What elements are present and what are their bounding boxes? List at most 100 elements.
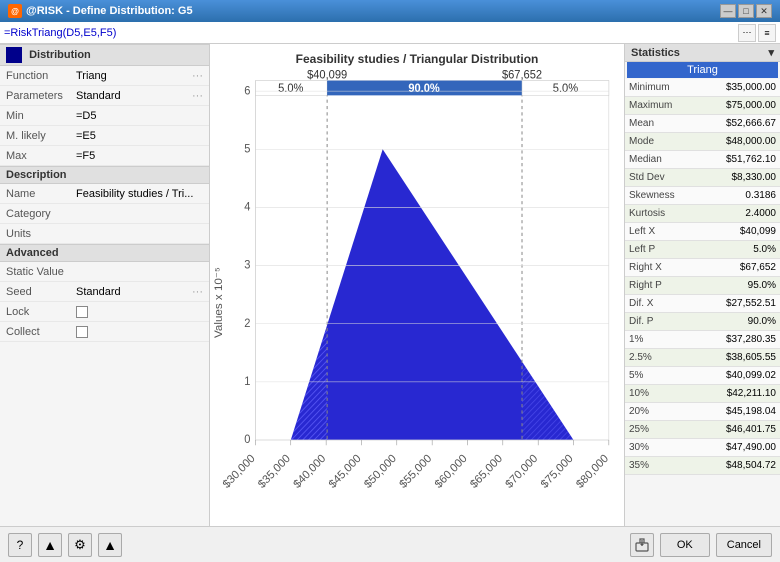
stats-row-name: Kurtosis [625, 205, 693, 222]
stats-row-value: $45,198.04 [693, 403, 780, 420]
svg-text:2: 2 [244, 318, 250, 330]
minimize-button[interactable]: — [720, 4, 736, 18]
stats-row: Maximum$75,000.00 [625, 97, 780, 115]
advanced-header: Advanced [0, 244, 209, 262]
formula-icon-1[interactable]: ⋯ [738, 24, 756, 42]
stats-row: Dif. X$27,552.51 [625, 295, 780, 313]
stats-row-value: $40,099.02 [693, 367, 780, 384]
stats-row-name: 5% [625, 367, 693, 384]
chart-container: Values x 10⁻⁵ [210, 70, 624, 514]
main-content: Distribution Function Triang ··· Paramet… [0, 44, 780, 526]
stats-row-name: Left P [625, 241, 693, 258]
stats-row: Dif. P90.0% [625, 313, 780, 331]
window-title: @RISK - Define Distribution: G5 [26, 5, 193, 17]
collect-checkbox[interactable] [76, 326, 88, 338]
formula-icon-2[interactable]: ≡ [758, 24, 776, 42]
svg-text:3: 3 [244, 260, 250, 272]
stats-row-value: $8,330.00 [693, 169, 780, 186]
stats-row-name: Maximum [625, 97, 693, 114]
stats-row: Mode$48,000.00 [625, 133, 780, 151]
export-button[interactable] [630, 533, 654, 557]
svg-text:$70,000: $70,000 [504, 453, 541, 491]
stats-row-value: $46,401.75 [693, 421, 780, 438]
settings-button[interactable]: ⚙ [68, 533, 92, 557]
chart-title: Feasibility studies / Triangular Distrib… [210, 52, 624, 66]
stats-row: Median$51,762.10 [625, 151, 780, 169]
stats-row-name: 1% [625, 331, 693, 348]
pct-left-label: 5.0% [278, 83, 303, 95]
function-dots[interactable]: ··· [192, 70, 203, 82]
stats-row: 30%$47,490.00 [625, 439, 780, 457]
svg-text:$65,000: $65,000 [468, 453, 505, 491]
collect-row: Collect [0, 322, 209, 342]
stats-row-value: $38,605.55 [693, 349, 780, 366]
stats-row: Skewness0.3186 [625, 187, 780, 205]
stats-row-name: 20% [625, 403, 693, 420]
svg-text:1: 1 [244, 376, 250, 388]
function-row: Function Triang ··· [0, 66, 209, 86]
stats-row-name: Minimum [625, 79, 693, 96]
seed-row: Seed Standard ··· [0, 282, 209, 302]
stats-row-value: $40,099 [693, 223, 780, 240]
stats-row-name: Right P [625, 277, 693, 294]
chart-button[interactable]: ▲ [98, 533, 122, 557]
restore-button[interactable]: □ [738, 4, 754, 18]
stats-row-name: Mean [625, 115, 693, 132]
stats-row: Left P5.0% [625, 241, 780, 259]
ok-button[interactable]: OK [660, 533, 710, 557]
parameters-row: Parameters Standard ··· [0, 86, 209, 106]
lock-checkbox[interactable] [76, 306, 88, 318]
svg-text:0: 0 [244, 434, 250, 446]
formula-value[interactable]: =RiskTriang(D5,E5,F5) [4, 27, 734, 39]
stats-row: Right X$67,652 [625, 259, 780, 277]
right-x-value: $67,652 [502, 70, 542, 82]
seed-dots[interactable]: ··· [192, 286, 203, 298]
units-row: Units [0, 224, 209, 244]
stats-row-name: Median [625, 151, 693, 168]
category-row: Category [0, 204, 209, 224]
stats-row-name: 35% [625, 457, 693, 474]
name-row: Name Feasibility studies / Tri... [0, 184, 209, 204]
stats-row: Right P95.0% [625, 277, 780, 295]
close-button[interactable]: ✕ [756, 4, 772, 18]
svg-text:$60,000: $60,000 [433, 453, 470, 491]
left-x-value: $40,099 [307, 70, 347, 82]
stats-row-name: Left X [625, 223, 693, 240]
stats-row: 20%$45,198.04 [625, 403, 780, 421]
svg-text:$80,000: $80,000 [574, 453, 611, 491]
title-bar: @ @RISK - Define Distribution: G5 — □ ✕ [0, 0, 780, 22]
export-icon [635, 538, 649, 552]
stats-menu-icon[interactable]: ▾ [768, 46, 774, 59]
chart-svg: Values x 10⁻⁵ [210, 70, 624, 514]
left-panel: Distribution Function Triang ··· Paramet… [0, 44, 210, 526]
stats-row-value: 2.4000 [693, 205, 780, 222]
stats-row: 5%$40,099.02 [625, 367, 780, 385]
min-row: Min =D5 [0, 106, 209, 126]
stats-row-value: 5.0% [693, 241, 780, 258]
stats-row-value: $67,652 [693, 259, 780, 276]
stats-row-value: $48,000.00 [693, 133, 780, 150]
help-button[interactable]: ? [8, 533, 32, 557]
parameters-dots[interactable]: ··· [192, 90, 203, 102]
cancel-button[interactable]: Cancel [716, 533, 772, 557]
svg-text:4: 4 [244, 201, 250, 213]
svg-text:$75,000: $75,000 [539, 453, 576, 491]
stats-row-value: $27,552.51 [693, 295, 780, 312]
pct-right-label: 5.0% [553, 83, 578, 95]
stats-row-value: $47,490.00 [693, 439, 780, 456]
svg-text:$40,000: $40,000 [292, 453, 329, 491]
svg-text:$35,000: $35,000 [256, 453, 293, 491]
svg-text:$55,000: $55,000 [398, 453, 435, 491]
stats-row-value: 90.0% [693, 313, 780, 330]
stats-row-name: Std Dev [625, 169, 693, 186]
distribution-button[interactable]: ▲ [38, 533, 62, 557]
lock-row: Lock [0, 302, 209, 322]
mlikely-row: M. likely =E5 [0, 126, 209, 146]
pct-center-label: 90.0% [408, 83, 439, 95]
stats-row-value: 0.3186 [693, 187, 780, 204]
stats-row-value: $52,666.67 [693, 115, 780, 132]
stats-row-value: $37,280.35 [693, 331, 780, 348]
stats-row-value: $51,762.10 [693, 151, 780, 168]
stats-row-value: $48,504.72 [693, 457, 780, 474]
stats-row: Left X$40,099 [625, 223, 780, 241]
